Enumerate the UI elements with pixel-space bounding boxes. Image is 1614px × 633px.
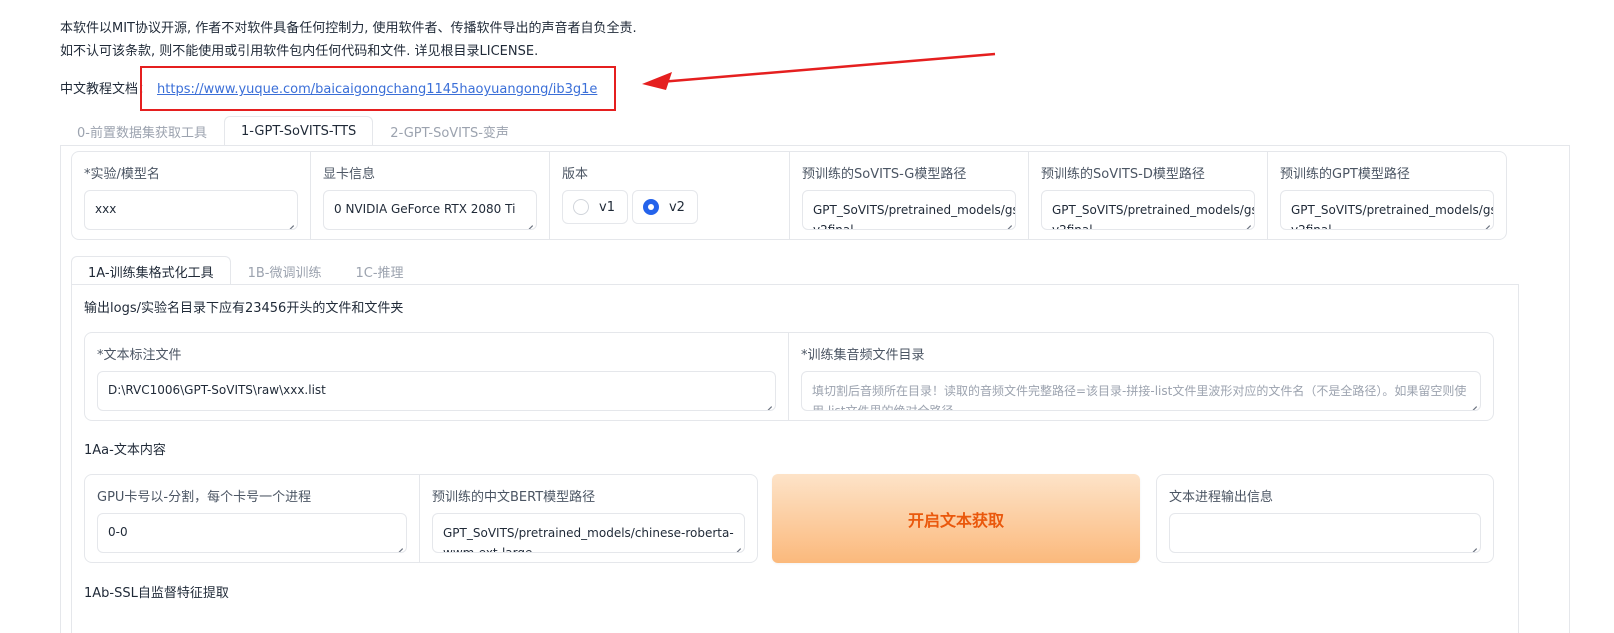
text-output-cell: 文本进程输出信息 xyxy=(1157,475,1493,562)
highlight-box xyxy=(140,66,616,111)
tab-dataset-tools[interactable]: 0-前置数据集获取工具 xyxy=(60,116,224,145)
bert-path-input[interactable]: GPT_SoVITS/pretrained_models/chinese-rob… xyxy=(432,513,745,553)
tab-dataset-format[interactable]: 1A-训练集格式化工具 xyxy=(71,256,231,285)
resize-handle-icon[interactable] xyxy=(1469,399,1477,407)
resize-handle-icon[interactable] xyxy=(733,541,741,549)
audio-dir-label: *训练集音频文件目录 xyxy=(801,348,925,363)
text-content-row: GPU卡号以-分割，每个卡号一个进程 0-0 预训练的中文BERT模型路径 GP… xyxy=(84,474,758,563)
sovits-g-label: 预训练的SoVITS-G模型路径 xyxy=(802,167,967,182)
experiment-name-input[interactable]: xxx xyxy=(84,190,298,230)
text-output-row: 文本进程输出信息 xyxy=(1156,474,1494,563)
main-tab-bar: 0-前置数据集获取工具 1-GPT-SoVITS-TTS 2-GPT-SoVIT… xyxy=(60,116,526,145)
resize-handle-icon[interactable] xyxy=(1004,218,1012,226)
start-text-extraction-button[interactable]: 开启文本获取 xyxy=(772,474,1140,563)
text-file-cell: *文本标注文件 D:\RVC1006\GPT-SoVITS\raw\xxx.li… xyxy=(85,333,789,420)
gpt-model-cell: 预训练的GPT模型路径 GPT_SoVITS/pretrained_models… xyxy=(1268,152,1506,239)
section-text-content-title: 1Aa-文本内容 xyxy=(84,443,166,458)
settings-row: *实验/模型名 xxx 显卡信息 0 NVIDIA GeForce RTX 20… xyxy=(71,151,1507,240)
audio-dir-cell: *训练集音频文件目录 填切割后音频所在目录！读取的音频文件完整路径=该目录-拼接… xyxy=(789,333,1493,420)
version-cell: 版本 v1 v2 xyxy=(550,152,790,239)
output-note: 输出logs/实验名目录下应有23456开头的文件和文件夹 xyxy=(84,301,404,316)
radio-checked-icon xyxy=(642,199,659,215)
resize-handle-icon[interactable] xyxy=(525,218,533,226)
license-notice-line2: 如不认可该条款, 则不能使用或引用软件包内任何代码和文件. 详见根目录LICEN… xyxy=(60,44,539,59)
docs-label: 中文教程文档： xyxy=(60,82,152,97)
license-notice-line1: 本软件以MIT协议开源, 作者不对软件具备任何控制力, 使用软件者、传播软件导出… xyxy=(60,21,637,36)
bert-path-cell: 预训练的中文BERT模型路径 GPT_SoVITS/pretrained_mod… xyxy=(420,475,757,562)
tab-inference[interactable]: 1C-推理 xyxy=(338,256,420,285)
gpu-ids-cell: GPU卡号以-分割，每个卡号一个进程 0-0 xyxy=(85,475,420,562)
gpu-ids-label: GPU卡号以-分割，每个卡号一个进程 xyxy=(97,490,312,505)
text-output-label: 文本进程输出信息 xyxy=(1169,490,1274,505)
text-file-input[interactable]: D:\RVC1006\GPT-SoVITS\raw\xxx.list xyxy=(97,371,776,411)
section-ssl-title: 1Ab-SSL自监督特征提取 xyxy=(84,586,229,601)
resize-handle-icon[interactable] xyxy=(395,541,403,549)
gpu-info-input[interactable]: 0 NVIDIA GeForce RTX 2080 Ti xyxy=(323,190,537,230)
resize-handle-icon[interactable] xyxy=(1482,218,1490,226)
version-label: 版本 xyxy=(562,167,589,182)
resize-handle-icon[interactable] xyxy=(286,218,294,226)
gpt-model-label: 预训练的GPT模型路径 xyxy=(1280,167,1410,182)
resize-handle-icon[interactable] xyxy=(764,399,772,407)
text-file-label: *文本标注文件 xyxy=(97,348,182,363)
tab-tts[interactable]: 1-GPT-SoVITS-TTS xyxy=(223,116,374,145)
sovits-g-input[interactable]: GPT_SoVITS/pretrained_models/gsv-v2final… xyxy=(802,190,1016,230)
tab-finetune[interactable]: 1B-微调训练 xyxy=(231,256,339,285)
audio-dir-input[interactable]: 填切割后音频所在目录！读取的音频文件完整路径=该目录-拼接-list文件里波形对… xyxy=(801,371,1481,411)
sovits-d-label: 预训练的SoVITS-D模型路径 xyxy=(1041,167,1205,182)
sovits-g-cell: 预训练的SoVITS-G模型路径 GPT_SoVITS/pretrained_m… xyxy=(790,152,1029,239)
annotation-row: *文本标注文件 D:\RVC1006\GPT-SoVITS\raw\xxx.li… xyxy=(84,332,1494,421)
gpu-info-cell: 显卡信息 0 NVIDIA GeForce RTX 2080 Ti xyxy=(311,152,550,239)
experiment-name-label: *实验/模型名 xyxy=(84,167,160,182)
resize-handle-icon[interactable] xyxy=(1243,218,1251,226)
bert-path-label: 预训练的中文BERT模型路径 xyxy=(432,490,596,505)
experiment-name-cell: *实验/模型名 xxx xyxy=(72,152,311,239)
sovits-d-input[interactable]: GPT_SoVITS/pretrained_models/gsv-v2final… xyxy=(1041,190,1255,230)
version-radio-v1[interactable]: v1 xyxy=(562,190,628,224)
sub-tab-bar: 1A-训练集格式化工具 1B-微调训练 1C-推理 xyxy=(71,256,421,285)
version-radio-v2[interactable]: v2 xyxy=(631,190,698,224)
sovits-d-cell: 预训练的SoVITS-D模型路径 GPT_SoVITS/pretrained_m… xyxy=(1029,152,1268,239)
gpt-model-input[interactable]: GPT_SoVITS/pretrained_models/gsv-v2final… xyxy=(1280,190,1494,230)
text-output-box[interactable] xyxy=(1169,513,1481,553)
resize-handle-icon[interactable] xyxy=(1469,541,1477,549)
gpu-info-label: 显卡信息 xyxy=(323,167,376,182)
radio-unchecked-icon xyxy=(573,199,589,215)
tab-voice-conversion[interactable]: 2-GPT-SoVITS-变声 xyxy=(373,116,526,145)
gpu-ids-input[interactable]: 0-0 xyxy=(97,513,407,553)
